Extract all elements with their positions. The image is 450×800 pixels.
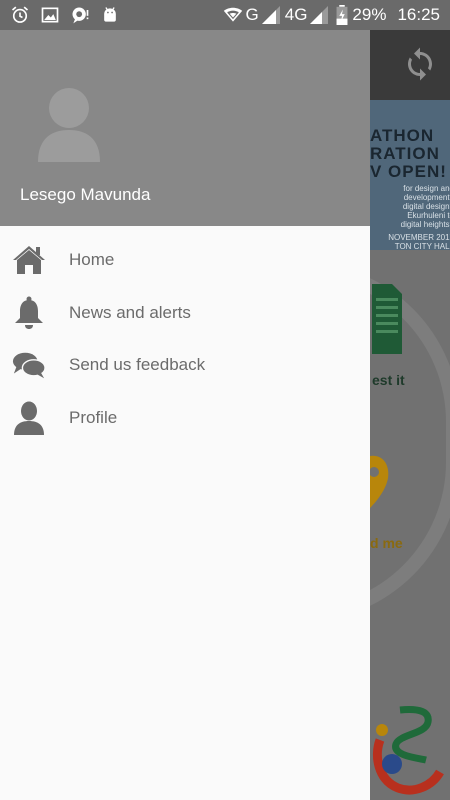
battery-percent: 29% xyxy=(352,5,387,24)
status-notifications xyxy=(10,5,120,25)
person-icon[interactable] xyxy=(36,86,102,162)
banner-line: V OPEN! xyxy=(370,162,447,181)
brand-logo xyxy=(372,706,444,795)
menu-item-send-feedback[interactable]: Send us feedback xyxy=(0,339,370,392)
chat-icon xyxy=(12,348,46,382)
chat-bubble-icon xyxy=(72,7,89,24)
banner-small-line: TON CITY HALL xyxy=(394,242,450,250)
banner-line: RATION xyxy=(370,144,440,163)
menu-item-profile[interactable]: Profile xyxy=(0,392,370,445)
menu-label-home: Home xyxy=(69,250,115,270)
banner-small-line: NOVEMBER 2017 xyxy=(388,233,450,242)
bell-icon xyxy=(12,296,46,330)
suggest-label[interactable]: est it xyxy=(372,372,405,388)
wifi-icon xyxy=(223,7,242,22)
banner-line: ATHON xyxy=(370,126,435,145)
menu-label-news-and-alerts: News and alerts xyxy=(69,302,191,322)
android-icon xyxy=(104,7,116,22)
banner-small-line: Ekurhuleni to xyxy=(407,211,450,220)
network-g-label: G xyxy=(245,5,259,24)
menu-label-send-feedback: Send us feedback xyxy=(69,355,206,375)
user-name: Lesego Mavunda xyxy=(20,185,151,204)
banner-small-line: development? xyxy=(403,193,450,202)
battery-icon xyxy=(336,5,348,25)
banner-small-line: digital design? xyxy=(402,202,450,211)
signal-icon xyxy=(261,6,280,24)
navigation-drawer: Lesego Mavunda Home News and alerts Send… xyxy=(0,30,370,800)
menu-item-news-and-alerts[interactable]: News and alerts xyxy=(0,287,370,340)
alarm-icon xyxy=(11,6,29,23)
status-system: G 4G 29% 16:25 xyxy=(223,5,440,25)
drawer-header: Lesego Mavunda xyxy=(0,30,370,226)
banner-small-line: digital heights? xyxy=(400,220,450,229)
status-bar: G 4G 29% 16:25 xyxy=(0,0,450,30)
refresh-icon[interactable] xyxy=(402,46,438,82)
menu-item-home[interactable]: Home xyxy=(0,234,370,287)
find-me-label[interactable]: d me xyxy=(370,535,403,551)
person-icon xyxy=(12,401,46,435)
clock: 16:25 xyxy=(397,5,440,24)
signal-icon xyxy=(310,6,329,24)
banner-small-line: for design and xyxy=(403,184,450,193)
network-4g-label: 4G xyxy=(284,5,308,24)
home-icon xyxy=(12,243,46,277)
image-icon xyxy=(41,7,59,23)
location-pin-icon[interactable] xyxy=(370,450,392,510)
document-icon[interactable] xyxy=(372,284,402,354)
drawer-menu: Home News and alerts Send us feedback Pr… xyxy=(0,226,370,444)
background-banner: ATHON RATION V OPEN! for design and deve… xyxy=(370,100,450,250)
menu-label-profile: Profile xyxy=(69,407,118,427)
